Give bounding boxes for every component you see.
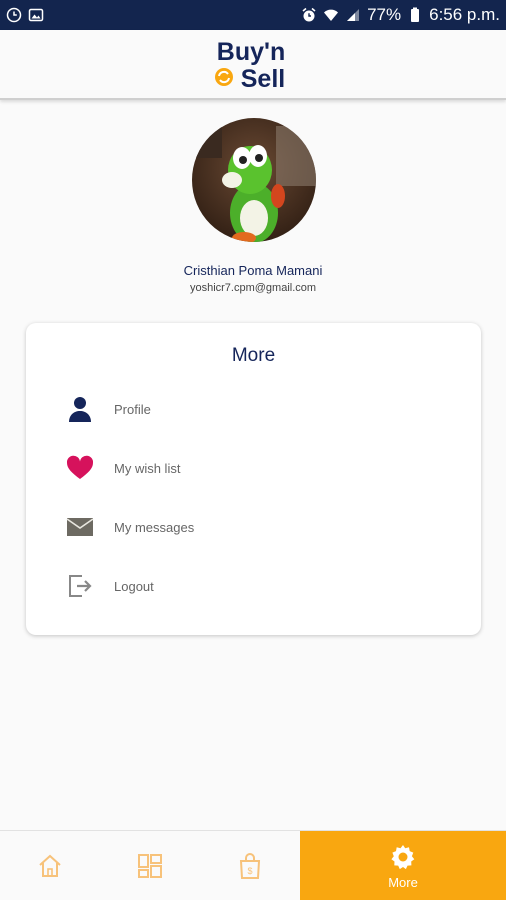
menu-label-profile: Profile bbox=[114, 401, 151, 417]
nav-more-label: More bbox=[388, 874, 418, 890]
signal-icon bbox=[347, 9, 360, 21]
svg-text:$: $ bbox=[247, 866, 252, 876]
heart-icon bbox=[64, 452, 96, 484]
battery-percentage: 77% bbox=[367, 5, 402, 24]
menu-item-profile[interactable]: Profile bbox=[26, 383, 481, 435]
nav-home[interactable] bbox=[0, 831, 100, 900]
avatar[interactable] bbox=[192, 118, 316, 242]
menu-label-messages: My messages bbox=[114, 519, 195, 535]
menu-label-logout: Logout bbox=[114, 578, 154, 594]
person-icon bbox=[64, 393, 96, 425]
buynsell-logo: Buy'n Sell bbox=[215, 38, 285, 93]
envelope-icon bbox=[64, 511, 96, 543]
user-name: Cristhian Poma Mamani bbox=[183, 263, 323, 278]
home-icon bbox=[39, 854, 61, 877]
menu-item-messages[interactable]: My messages bbox=[26, 501, 481, 553]
menu-item-logout[interactable]: Logout bbox=[26, 560, 481, 612]
shopping-bag-icon: $ bbox=[239, 853, 261, 879]
menu-item-wish-list[interactable]: My wish list bbox=[26, 442, 481, 494]
status-bar: 77% 6:56 p.m. bbox=[0, 0, 506, 30]
logout-icon bbox=[64, 570, 96, 602]
more-menu-card: More Profile My wish list My messages Lo… bbox=[26, 323, 481, 635]
user-email: yoshicr7.cpm@gmail.com bbox=[189, 282, 317, 294]
card-title: More bbox=[231, 345, 276, 366]
nav-shop[interactable]: $ bbox=[200, 831, 300, 900]
wifi-icon bbox=[324, 9, 339, 21]
menu-label-wish-list: My wish list bbox=[114, 460, 181, 476]
app-header: Buy'n Sell bbox=[0, 30, 506, 100]
clock-time: 6:56 p.m. bbox=[429, 5, 500, 24]
clock-notification-icon bbox=[6, 7, 22, 23]
nav-categories[interactable] bbox=[100, 831, 200, 900]
battery-icon bbox=[411, 7, 420, 22]
grid-icon bbox=[138, 854, 162, 878]
logo-line1: Buy'n bbox=[217, 38, 285, 66]
alarm-icon bbox=[302, 7, 316, 22]
avatar-photo bbox=[192, 118, 316, 242]
image-notification-icon bbox=[28, 8, 44, 22]
gear-icon bbox=[391, 844, 415, 869]
nav-more[interactable]: More bbox=[300, 831, 506, 900]
bottom-navigation: $ More bbox=[0, 830, 506, 900]
logo-line2: Sell bbox=[241, 65, 285, 93]
